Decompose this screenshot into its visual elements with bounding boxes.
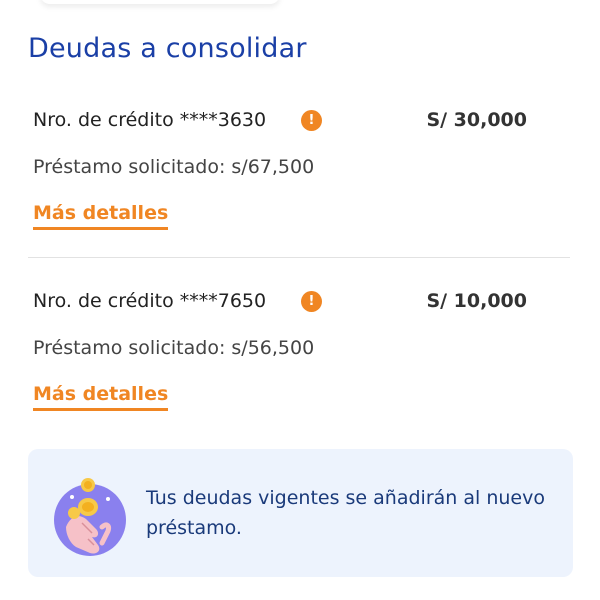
info-icon[interactable]: ! <box>301 291 322 312</box>
info-icon[interactable]: ! <box>301 110 322 131</box>
section-title: Deudas a consolidar <box>28 33 307 64</box>
debt-item: Nro. de crédito ****3630 ! S/ 30,000 Pré… <box>33 109 533 230</box>
requested-loan: Préstamo solicitado: s/67,500 <box>33 156 315 178</box>
more-details-link[interactable]: Más detalles <box>33 383 169 411</box>
divider <box>28 257 570 258</box>
credit-number: Nro. de crédito ****3630 <box>33 109 267 131</box>
more-details-link[interactable]: Más detalles <box>33 202 169 230</box>
debts-screen: Deudas a consolidar Nro. de crédito ****… <box>0 0 600 600</box>
top-card-edge <box>40 0 280 4</box>
debt-item: Nro. de crédito ****7650 ! S/ 10,000 Pré… <box>33 290 533 411</box>
hand-coins-icon <box>54 478 126 556</box>
info-note: Tus deudas vigentes se añadirán al nuevo… <box>28 449 573 577</box>
requested-loan: Préstamo solicitado: s/56,500 <box>33 337 315 359</box>
credit-number: Nro. de crédito ****7650 <box>33 290 267 312</box>
credit-row: Nro. de crédito ****7650 ! S/ 10,000 <box>33 290 533 316</box>
debt-amount: S/ 10,000 <box>426 290 527 312</box>
note-text: Tus deudas vigentes se añadirán al nuevo… <box>146 487 545 539</box>
debt-amount: S/ 30,000 <box>426 109 527 131</box>
credit-row: Nro. de crédito ****3630 ! S/ 30,000 <box>33 109 533 135</box>
